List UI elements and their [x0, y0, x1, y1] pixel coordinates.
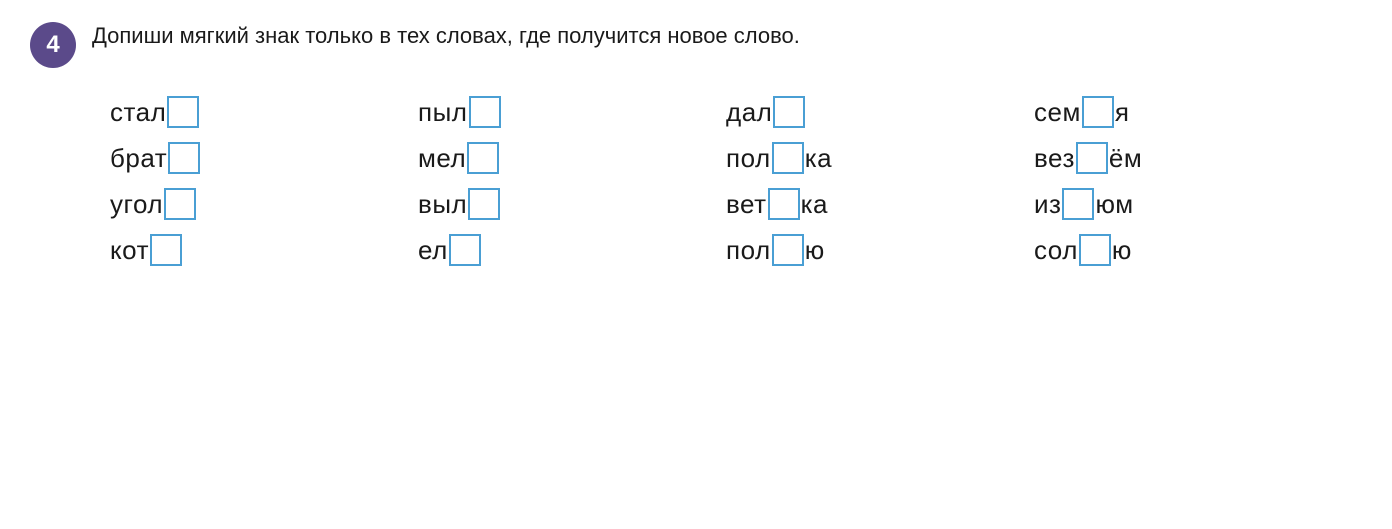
- word-item-1-4: кот: [110, 234, 418, 266]
- soft-sign-box-1-4[interactable]: [150, 234, 182, 266]
- word-prefix-3-1: дал: [726, 97, 772, 128]
- word-item-2-1: пыл: [418, 96, 726, 128]
- header-row: 4 Допиши мягкий знак только в тех словах…: [30, 20, 1362, 68]
- soft-sign-box-4-4[interactable]: [1079, 234, 1111, 266]
- soft-sign-box-3-3[interactable]: [768, 188, 800, 220]
- word-prefix-1-3: угол: [110, 189, 163, 220]
- word-item-4-4: сол ю: [1034, 234, 1342, 266]
- word-column-3: далполкаветкаполю: [726, 96, 1034, 266]
- word-suffix-3-2: ка: [805, 143, 832, 174]
- word-prefix-2-1: пыл: [418, 97, 468, 128]
- word-prefix-4-4: сол: [1034, 235, 1078, 266]
- word-suffix-4-1: я: [1115, 97, 1130, 128]
- word-item-2-3: выл: [418, 188, 726, 220]
- word-prefix-3-3: вет: [726, 189, 767, 220]
- page-container: 4 Допиши мягкий знак только в тех словах…: [30, 20, 1362, 266]
- words-grid: сталбратуголкотпылмелвылелдалполкаветкап…: [30, 96, 1362, 266]
- soft-sign-box-2-2[interactable]: [467, 142, 499, 174]
- soft-sign-box-2-4[interactable]: [449, 234, 481, 266]
- word-prefix-4-3: из: [1034, 189, 1061, 220]
- task-number-circle: 4: [30, 22, 76, 68]
- word-suffix-3-4: ю: [805, 235, 825, 266]
- word-item-4-3: из юм: [1034, 188, 1342, 220]
- soft-sign-box-3-2[interactable]: [772, 142, 804, 174]
- word-item-3-3: вет ка: [726, 188, 1034, 220]
- word-item-1-3: угол: [110, 188, 418, 220]
- task-number: 4: [46, 31, 59, 59]
- soft-sign-box-4-3[interactable]: [1062, 188, 1094, 220]
- word-suffix-4-2: ём: [1109, 143, 1142, 174]
- word-suffix-4-3: юм: [1095, 189, 1133, 220]
- word-prefix-1-4: кот: [110, 235, 149, 266]
- soft-sign-box-3-4[interactable]: [772, 234, 804, 266]
- word-item-4-2: вез ём: [1034, 142, 1342, 174]
- soft-sign-box-1-1[interactable]: [167, 96, 199, 128]
- word-prefix-4-2: вез: [1034, 143, 1075, 174]
- soft-sign-box-1-2[interactable]: [168, 142, 200, 174]
- word-prefix-1-1: стал: [110, 97, 166, 128]
- word-prefix-2-4: ел: [418, 235, 448, 266]
- word-column-1: стал брат угол кот: [110, 96, 418, 266]
- word-item-3-2: пол ка: [726, 142, 1034, 174]
- word-suffix-4-4: ю: [1112, 235, 1132, 266]
- word-prefix-2-3: выл: [418, 189, 467, 220]
- word-item-3-4: пол ю: [726, 234, 1034, 266]
- word-prefix-4-1: сем: [1034, 97, 1081, 128]
- word-item-1-1: стал: [110, 96, 418, 128]
- word-prefix-3-4: пол: [726, 235, 771, 266]
- word-item-2-2: мел: [418, 142, 726, 174]
- task-description: Допиши мягкий знак только в тех словах, …: [92, 20, 800, 52]
- word-prefix-1-2: брат: [110, 143, 167, 174]
- soft-sign-box-2-3[interactable]: [468, 188, 500, 220]
- word-column-4: сем я вез ём из юмсол ю: [1034, 96, 1342, 266]
- word-item-3-1: дал: [726, 96, 1034, 128]
- soft-sign-box-4-1[interactable]: [1082, 96, 1114, 128]
- word-prefix-3-2: пол: [726, 143, 771, 174]
- soft-sign-box-3-1[interactable]: [773, 96, 805, 128]
- word-column-2: пыл мел выл ел: [418, 96, 726, 266]
- word-item-2-4: ел: [418, 234, 726, 266]
- word-suffix-3-3: ка: [801, 189, 828, 220]
- soft-sign-box-4-2[interactable]: [1076, 142, 1108, 174]
- word-item-4-1: сем я: [1034, 96, 1342, 128]
- word-item-1-2: брат: [110, 142, 418, 174]
- soft-sign-box-2-1[interactable]: [469, 96, 501, 128]
- soft-sign-box-1-3[interactable]: [164, 188, 196, 220]
- word-prefix-2-2: мел: [418, 143, 466, 174]
